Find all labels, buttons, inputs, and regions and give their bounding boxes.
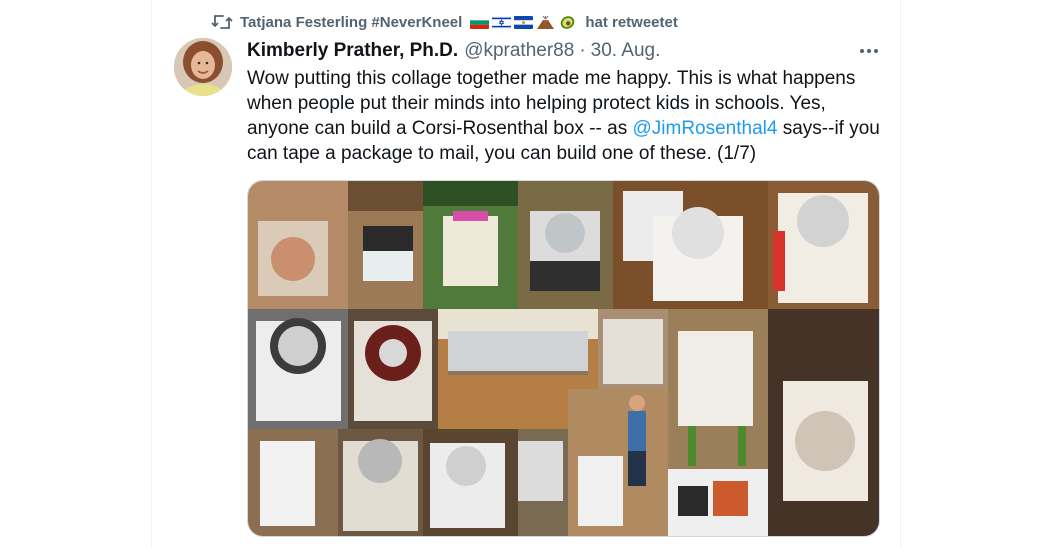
retweet-action-text: hat retweetet <box>585 13 678 31</box>
tweet-header: Kimberly Prather, Ph.D. @kprather88 · 30… <box>247 40 660 62</box>
avocado-icon <box>558 15 577 29</box>
author-name[interactable]: Kimberly Prather, Ph.D. <box>247 40 458 62</box>
more-options-icon[interactable] <box>855 40 883 62</box>
retweeter-emojis <box>470 15 577 29</box>
bulgaria-flag-icon <box>470 15 490 29</box>
retweeter-name[interactable]: Tatjana Festerling #NeverKneel <box>240 14 462 31</box>
tweet-text: Wow putting this collage together made m… <box>247 66 887 166</box>
retweet-context[interactable]: Tatjana Festerling #NeverKneel hat retwe… <box>210 11 678 33</box>
retweet-icon <box>210 11 234 33</box>
israel-flag-icon <box>492 15 512 29</box>
el-salvador-flag-icon <box>514 15 534 29</box>
author-handle[interactable]: @kprather88 <box>464 40 574 62</box>
volcano-icon <box>536 15 555 29</box>
photo-collage-image[interactable] <box>247 180 880 537</box>
tweet-date[interactable]: 30. Aug. <box>591 40 661 62</box>
separator-dot: · <box>579 40 586 61</box>
mention-link[interactable]: @JimRosenthal4 <box>632 118 777 139</box>
author-avatar[interactable] <box>174 38 232 96</box>
